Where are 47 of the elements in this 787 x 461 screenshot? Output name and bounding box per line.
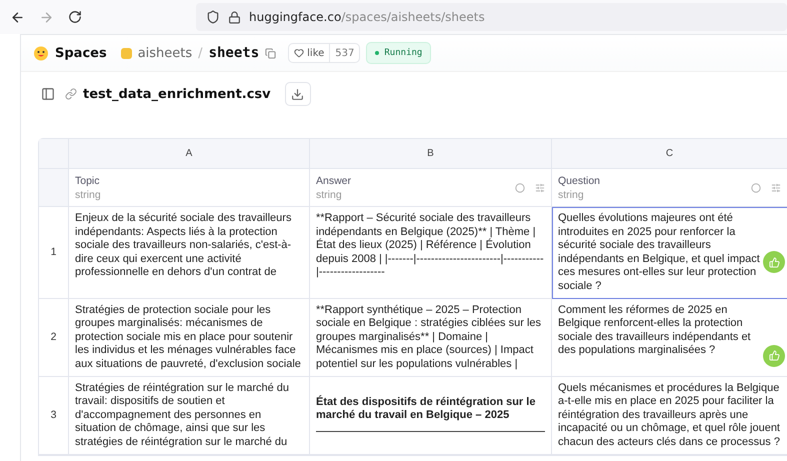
column-header[interactable]: Answer string: [310, 169, 552, 207]
heart-icon: [294, 48, 304, 58]
forward-icon[interactable]: [39, 10, 54, 24]
download-icon: [291, 88, 304, 100]
table-cell[interactable]: Stratégies de réintégration sur le marché du travail: dispositifs de soutien et d'accompagnement des personnes en situation de chômage, ainsi que sur les stratégies de réintégration sur le marché du: [69, 376, 310, 455]
circle-icon[interactable]: [751, 182, 761, 192]
settings-icon[interactable]: [771, 182, 781, 192]
column-letter[interactable]: A: [69, 139, 310, 169]
table-cell[interactable]: Quels mécanismes et procédures la Belgique a-t-elle mis en place en 2025 pour faciliter la réintégration des travailleurs après une incapacité ou un chômage, et quel rôle jouent chacun des acteurs clés dans ce processus ?: [552, 376, 787, 455]
table-cell[interactable]: État des dispositifs de réintégration sur le marché du travail en Belgique – 2025: [310, 376, 552, 455]
settings-icon[interactable]: [535, 182, 545, 192]
thumbs-up-icon: [768, 350, 780, 362]
table-cell[interactable]: Quelles évolutions majeures ont été introduites en 2025 pour renforcer la sécurité sociale des travailleurs indépendants en Belgique, et quel impact ces mesures ont-elles sur leur protection sociale ?: [552, 207, 787, 299]
avatar-icon: [120, 48, 132, 58]
column-letter[interactable]: C: [552, 139, 787, 169]
table-cell[interactable]: Enjeux de la sécurité sociale des travailleurs indépendants: Aspects liés à la protection sociale des travailleurs non-salariés, c'est-à-dire ceux qui exercent une activité professionnelle en dehors d'un contrat de: [69, 207, 310, 299]
path-separator: /: [198, 46, 203, 60]
row-number: 1: [39, 207, 69, 299]
table-cell[interactable]: **Rapport – Sécurité sociale des travailleurs indépendants en Belgique (2025)** | Thème | État des lieux (2025) | Référence | Évolution depuis 2008 | |-------|-----------------------|-----------|------------------: [310, 207, 552, 299]
column-header[interactable]: Topic string: [69, 169, 310, 207]
table-cell[interactable]: Comment les réformes de 2025 en Belgique renforcent-elles la protection sociale des travailleurs indépendants et des populations marginalisées ?: [552, 298, 787, 377]
circle-icon[interactable]: [515, 182, 525, 192]
copy-icon[interactable]: [265, 48, 276, 58]
spaces-link[interactable]: Spaces: [55, 46, 107, 60]
table-cell[interactable]: **Rapport synthétique – 2025 – Protection sociale en Belgique : stratégies ciblées sur les groupes marginalisés** | Domaine | Mécanismes mis en place (sources) | Impact potentiel sur les populations vulnérables |: [310, 298, 552, 377]
table-cell[interactable]: Stratégies de protection sociale pour les groupes marginalisés: mécanismes de protection sociale mis en place pour soutenir les individus et les ménages vulnérables face aux situations de pauvreté, d'exclusion sociale: [69, 298, 310, 377]
row-number: 2: [39, 298, 69, 377]
thumbs-up-button[interactable]: [763, 344, 785, 367]
repo-name[interactable]: sheets: [208, 45, 260, 61]
row-number: 3: [39, 376, 69, 455]
thumbs-up-icon: [768, 256, 780, 268]
reload-icon[interactable]: [68, 10, 82, 24]
file-name: test_data_enrichment.csv: [83, 86, 271, 102]
like-button[interactable]: like 537: [288, 43, 360, 63]
link-icon: [65, 88, 77, 100]
lock-icon: [228, 10, 241, 24]
thumbs-up-button[interactable]: [763, 251, 785, 273]
status-badge: Running: [366, 42, 432, 64]
download-button[interactable]: [284, 82, 311, 106]
shield-icon: [206, 10, 220, 24]
back-icon[interactable]: [10, 10, 25, 24]
smiley-face-logo-icon: [33, 46, 49, 60]
sidebar-toggle-icon[interactable]: [41, 87, 55, 101]
owner-link[interactable]: aisheets: [138, 46, 192, 60]
column-header[interactable]: Question string: [552, 169, 787, 207]
column-letter[interactable]: B: [310, 139, 552, 169]
address-bar[interactable]: huggingface.co/spaces/aisheets/sheets: [196, 3, 787, 31]
